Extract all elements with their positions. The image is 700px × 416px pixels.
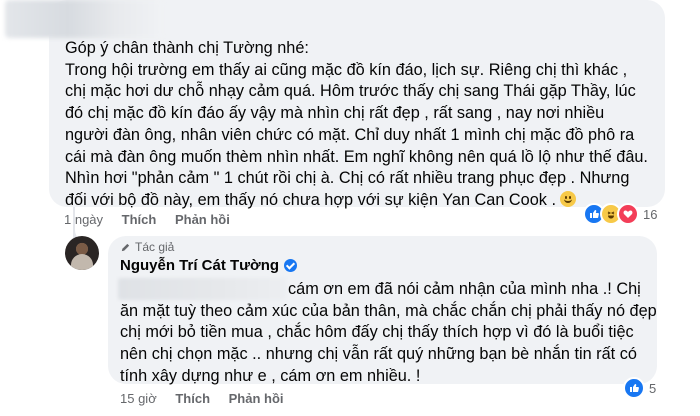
reply-time[interactable]: 15 giờ: [120, 391, 157, 406]
reply-line: chị mới bỏ tiền mua , chắc hôm đấy chị t…: [120, 323, 634, 342]
reply-reaction-count: 5: [649, 380, 657, 396]
reply-meta: 15 giờ Thích Phản hồi: [120, 391, 299, 406]
reply-reply-button[interactable]: Phản hồi: [229, 391, 284, 406]
reply-text: cám ơn em đã nói cảm nhận của mình nha .…: [120, 279, 657, 388]
reply-line: nên chị chọn mặc .. nhưng chị vẫn rất qu…: [120, 345, 637, 364]
comment-text: Góp ý chân thành chị Tường nhé: Trong hội…: [65, 38, 655, 212]
reply-button[interactable]: Phản hồi: [175, 212, 230, 227]
comment-meta: 1 ngày Thích Phản hồi: [64, 212, 245, 227]
author-badge-label: Tác giả: [135, 240, 175, 254]
verified-badge-icon: [284, 259, 298, 272]
smiley-emoji-icon: [559, 190, 576, 207]
comment-line: Góp ý chân thành chị Tường nhé:: [65, 39, 309, 57]
reply-author-name-text[interactable]: Nguyễn Trí Cát Tường: [120, 257, 279, 274]
reply-reaction-summary[interactable]: 5: [623, 377, 656, 399]
reply-line: cám ơn em đã nói cảm nhận của mình nha .…: [288, 280, 641, 298]
like-button[interactable]: Thích: [122, 212, 157, 227]
author-avatar[interactable]: [65, 236, 99, 270]
blurred-commenter-name: [5, 0, 163, 38]
comment-line: Nhìn hơi "phản cảm " 1 chút rồi chị à. C…: [65, 169, 630, 188]
comment-line: cái mà đàn ông muốn thèm nhìn nhất. Em n…: [65, 147, 648, 166]
reply-line: ăn mặt tuỳ theo cảm xúc của bản thân, mà…: [120, 301, 657, 320]
like-icon: [623, 377, 645, 399]
comment-line: đối với bộ đồ này, em thấy nó chưa hợp v…: [65, 190, 655, 212]
reply-like-button[interactable]: Thích: [175, 391, 210, 406]
author-badge: Tác giả: [120, 240, 174, 254]
reply-author-name[interactable]: Nguyễn Trí Cát Tường: [120, 257, 298, 274]
comment-time[interactable]: 1 ngày: [64, 212, 103, 227]
reply-line: tính xây dựng như e , cám ơn em nhiều. !: [120, 366, 421, 385]
comment-line: Trong hội trường em thấy ai cũng mặc đồ …: [65, 60, 628, 79]
comment-line: người đàn ông, nhân viên chức có mặt. Ch…: [65, 125, 635, 144]
comment-line: đó chị mặc đồ kín đáo ấy vậy mà nhìn chị…: [65, 104, 605, 123]
comment-line-text: đối với bộ đồ này, em thấy nó chưa hợp v…: [65, 190, 556, 209]
love-icon: [617, 203, 639, 225]
comment-line: chị mặc hơi dư chỗ nhạy cảm quá. Hôm trư…: [65, 82, 636, 101]
reaction-count: 16: [643, 206, 658, 222]
reaction-summary[interactable]: 16: [583, 203, 657, 225]
pencil-icon: [121, 243, 130, 251]
